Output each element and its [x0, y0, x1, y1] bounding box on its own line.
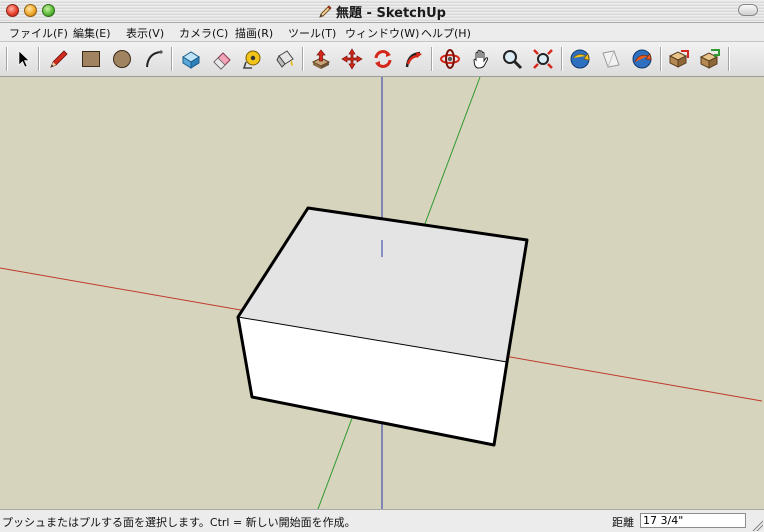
- zoom-extents-icon: [533, 49, 553, 69]
- window-resize-grip[interactable]: [751, 519, 763, 531]
- orbit-icon: [440, 49, 460, 69]
- menu-file[interactable]: ファイル(F): [9, 25, 68, 41]
- circle-tool-button[interactable]: [109, 46, 135, 72]
- toolbar-separator: [171, 47, 173, 71]
- main-toolbar: [0, 42, 764, 77]
- next-view-button[interactable]: [598, 46, 624, 72]
- status-message: プッシュまたはプルする面を選択します。Ctrl = 新しい開始面を作成。: [2, 516, 356, 529]
- toolbar-separator: [6, 47, 8, 71]
- toolbar-separator: [660, 47, 662, 71]
- follow-me-tool-button[interactable]: [401, 46, 427, 72]
- window-title-area: 無題 - SketchUp: [0, 2, 764, 21]
- previous-view-icon: [570, 49, 590, 69]
- pencil-line-icon: [50, 50, 68, 68]
- make-component-button[interactable]: [178, 46, 204, 72]
- measurement-value-field[interactable]: 17 3/4": [640, 513, 746, 528]
- select-tool-button[interactable]: [10, 46, 36, 72]
- zoom-tool-button[interactable]: [499, 46, 525, 72]
- window-title: 無題 - SketchUp: [336, 6, 446, 21]
- push-pull-icon: [311, 49, 331, 69]
- drawing-viewport[interactable]: [0, 77, 764, 509]
- tape-measure-tool-button[interactable]: [240, 46, 266, 72]
- menu-window[interactable]: ウィンドウ(W): [345, 25, 419, 41]
- toolbar-separator: [728, 47, 730, 71]
- line-tool-button[interactable]: [46, 46, 72, 72]
- toolbar-separator: [302, 47, 304, 71]
- make-component-icon: [182, 51, 200, 69]
- paint-bucket-tool-button[interactable]: [272, 46, 298, 72]
- component-browser-icon: [668, 50, 689, 68]
- next-view-arrow-icon: [632, 49, 652, 69]
- rotate-tool-button[interactable]: [370, 46, 396, 72]
- eraser-icon: [213, 52, 231, 70]
- next-view-arrow-button[interactable]: [629, 46, 655, 72]
- menu-help[interactable]: ヘルプ(H): [421, 25, 471, 41]
- menu-camera[interactable]: カメラ(C): [179, 25, 228, 41]
- next-view-icon: [602, 50, 620, 68]
- menu-edit[interactable]: 編集(E): [73, 25, 111, 41]
- rectangle-icon: [82, 51, 100, 67]
- toolbar-separator: [38, 47, 40, 71]
- menu-bar: ファイル(F) 編集(E) 表示(V) カメラ(C) 描画(R) ツール(T) …: [0, 23, 764, 42]
- move-icon: [341, 48, 363, 70]
- paint-bucket-icon: [276, 50, 294, 68]
- app-window: 無題 - SketchUp ファイル(F) 編集(E) 表示(V) カメラ(C)…: [0, 0, 764, 532]
- component-browser-button[interactable]: [666, 46, 692, 72]
- menu-view[interactable]: 表示(V): [126, 25, 164, 41]
- pan-tool-button[interactable]: [468, 46, 494, 72]
- push-pull-tool-button[interactable]: [308, 46, 334, 72]
- share-model-icon: [699, 49, 720, 69]
- follow-me-icon: [405, 51, 422, 68]
- eraser-tool-button[interactable]: [209, 46, 235, 72]
- select-arrow-icon: [18, 50, 30, 68]
- toolbar-separator: [561, 47, 563, 71]
- move-tool-button[interactable]: [339, 46, 365, 72]
- sketchup-document-icon: [319, 5, 332, 18]
- zoom-extents-tool-button[interactable]: [530, 46, 556, 72]
- toolbar-separator: [431, 47, 433, 71]
- pan-hand-icon: [473, 49, 489, 69]
- title-bar[interactable]: 無題 - SketchUp: [0, 0, 764, 23]
- rectangle-tool-button[interactable]: [78, 46, 104, 72]
- share-model-button[interactable]: [697, 46, 723, 72]
- rotate-icon: [374, 50, 392, 68]
- zoom-icon: [503, 50, 523, 70]
- arc-tool-button[interactable]: [141, 46, 167, 72]
- circle-icon: [113, 50, 131, 68]
- measurement-label: 距離: [612, 516, 634, 529]
- orbit-tool-button[interactable]: [437, 46, 463, 72]
- tape-measure-icon: [242, 50, 261, 69]
- previous-view-button[interactable]: [567, 46, 593, 72]
- menu-draw[interactable]: 描画(R): [235, 25, 273, 41]
- toolbar-toggle-button[interactable]: [738, 4, 758, 16]
- model-canvas[interactable]: [0, 77, 764, 509]
- menu-tools[interactable]: ツール(T): [288, 25, 336, 41]
- arc-icon: [146, 50, 163, 68]
- status-bar: プッシュまたはプルする面を選択します。Ctrl = 新しい開始面を作成。 距離 …: [0, 509, 764, 532]
